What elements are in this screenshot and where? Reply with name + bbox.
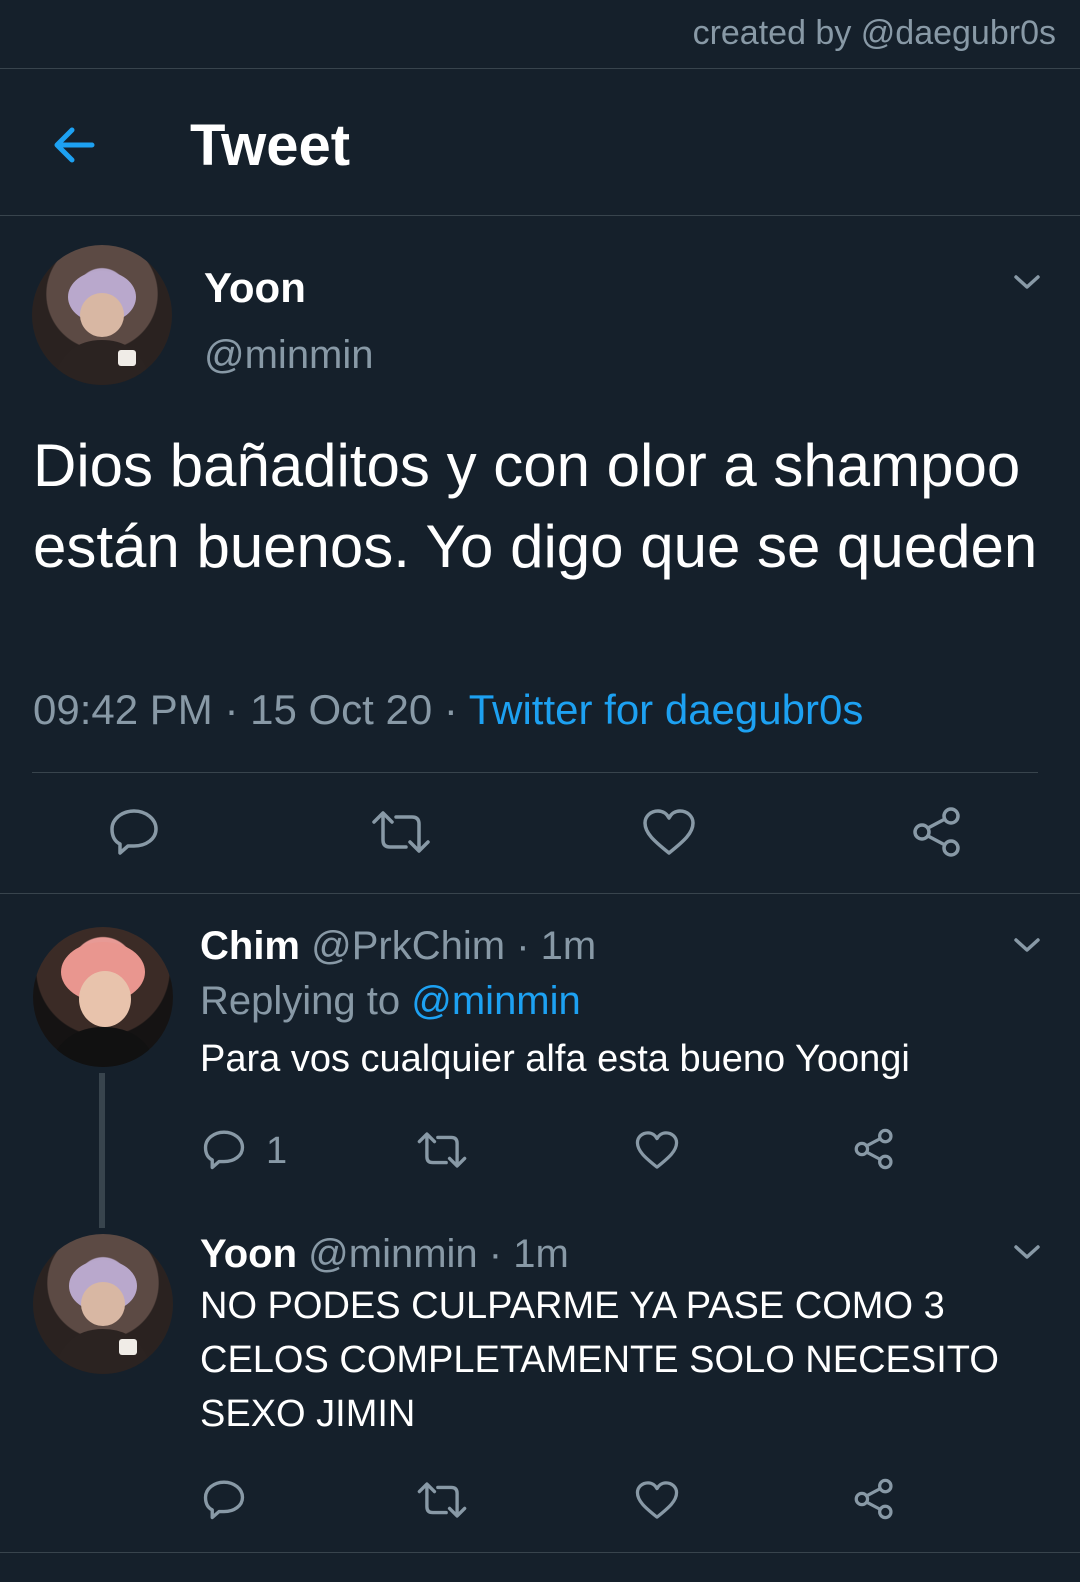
share-icon: [913, 807, 960, 857]
more-options-button[interactable]: [1012, 1242, 1042, 1262]
page-title: Tweet: [190, 113, 351, 178]
reply-author-name[interactable]: Chim: [200, 924, 300, 968]
share-button[interactable]: [852, 1478, 896, 1520]
heart-icon: [643, 809, 695, 855]
share-icon: [854, 1128, 893, 1170]
reply-age: 1m: [540, 924, 597, 968]
retweet-icon: [372, 811, 430, 853]
heart-icon: [635, 1131, 679, 1169]
avatar-image: [52, 271, 152, 385]
tweet-date: 15 Oct 20: [250, 686, 433, 733]
more-options-button[interactable]: [1012, 935, 1042, 955]
bottom-divider: [0, 1552, 1080, 1553]
share-icon: [854, 1478, 893, 1520]
retweet-button[interactable]: [416, 1131, 468, 1169]
meta-separator: ·: [432, 686, 469, 733]
comment-icon: [110, 809, 158, 855]
reply-button[interactable]: [202, 1478, 246, 1520]
retweet-button[interactable]: [416, 1481, 468, 1519]
top-divider: [0, 68, 1080, 69]
reply-text: NO PODES CULPARME YA PASE COMO 3 CELOS C…: [200, 1285, 999, 1435]
chevron-down-icon: [1014, 275, 1040, 289]
retweet-icon: [417, 1132, 467, 1168]
thread-line: [99, 1073, 105, 1228]
share-button[interactable]: [910, 806, 964, 858]
reply-header: Chim @PrkChim · 1m: [200, 924, 1040, 969]
reply-header: Yoon @minmin · 1m: [200, 1232, 1040, 1277]
meta-separator: ·: [212, 686, 251, 733]
chevron-down-icon: [1014, 938, 1040, 952]
tweet-text: Dios bañaditos y con olor a shampoo está…: [33, 432, 1038, 580]
reply-button[interactable]: [202, 1128, 246, 1170]
more-options-button[interactable]: [1012, 272, 1042, 292]
reply-age: 1m: [513, 1232, 569, 1276]
reply-tweet[interactable]: Chim @PrkChim · 1m Replying to @minmin P…: [200, 924, 1040, 1086]
back-button[interactable]: [48, 118, 102, 172]
tweet-time: 09:42 PM: [33, 686, 213, 733]
like-button[interactable]: [635, 1130, 679, 1170]
avatar[interactable]: [33, 1234, 173, 1374]
section-divider: [0, 893, 1080, 894]
author-name[interactable]: Yoon: [204, 264, 306, 312]
like-button[interactable]: [635, 1480, 679, 1520]
share-button[interactable]: [852, 1128, 896, 1170]
like-button[interactable]: [642, 808, 696, 856]
retweet-icon: [417, 1482, 467, 1518]
replying-to-label: Replying to: [200, 979, 401, 1023]
reply-text: Para vos cualquier alfa esta bueno Yoong…: [200, 1038, 910, 1080]
replying-to: Replying to @minmin: [200, 979, 1040, 1024]
avatar[interactable]: [33, 927, 173, 1067]
meta-separator: ·: [505, 924, 541, 968]
replying-to-mention[interactable]: @minmin: [411, 979, 581, 1023]
avatar-image: [53, 1260, 153, 1374]
arrow-left-icon: [54, 127, 95, 163]
avatar-image: [48, 942, 158, 1067]
header-divider: [0, 215, 1080, 216]
meta-separator: ·: [477, 1232, 514, 1276]
comment-icon: [203, 1130, 245, 1170]
tweet-meta: 09:42 PM · 15 Oct 20 · Twitter for daegu…: [33, 686, 863, 734]
reply-author-name[interactable]: Yoon: [200, 1232, 297, 1276]
heart-icon: [635, 1481, 679, 1519]
retweet-button[interactable]: [370, 810, 432, 854]
reply-author-handle[interactable]: @PrkChim: [311, 924, 505, 968]
chevron-down-icon: [1014, 1245, 1040, 1259]
credit-text: created by @daegubr0s: [692, 14, 1056, 52]
reply-count: 1: [266, 1130, 288, 1172]
comment-icon: [203, 1480, 245, 1520]
reply-tweet[interactable]: Yoon @minmin · 1m NO PODES CULPARME YA P…: [200, 1232, 1040, 1441]
author-handle[interactable]: @minmin: [204, 333, 374, 378]
reply-button[interactable]: [108, 806, 160, 856]
reply-author-handle[interactable]: @minmin: [308, 1232, 478, 1276]
avatar[interactable]: [32, 245, 172, 385]
meta-divider: [32, 772, 1038, 773]
tweet-source-link[interactable]: Twitter for daegubr0s: [469, 686, 864, 733]
